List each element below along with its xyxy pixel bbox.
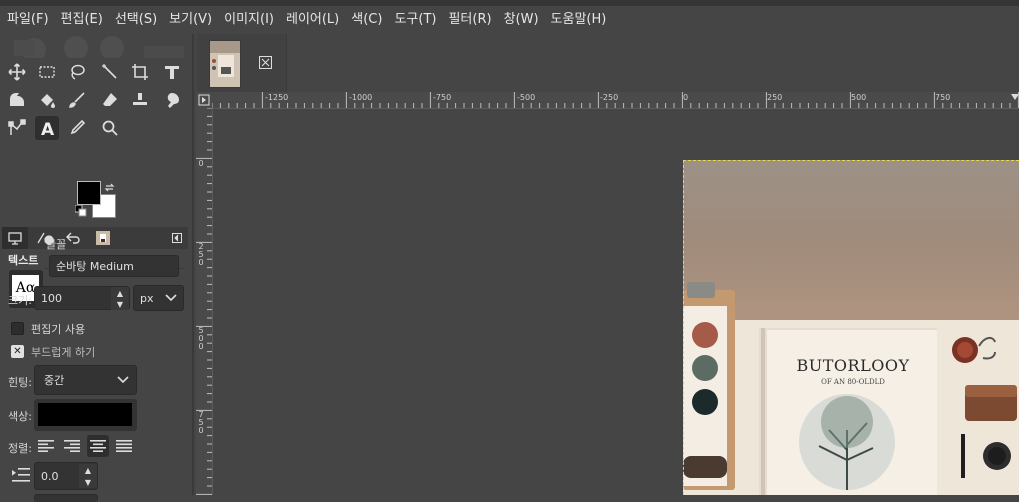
- hinting-select[interactable]: 중간: [34, 365, 137, 395]
- menu-file[interactable]: 파일(F): [0, 6, 54, 34]
- ruler-h-label: -1250: [265, 93, 289, 102]
- lasso-tool-icon[interactable]: [65, 60, 89, 84]
- justify-label: 정렬:: [8, 442, 32, 455]
- canvas-area[interactable]: BUTORLOOY OF AN 80-OLDLD: [213, 109, 1019, 495]
- transform-tool-icon[interactable]: [160, 60, 184, 84]
- ruler-v-label: 0: [198, 159, 204, 168]
- menu-layer[interactable]: 레이어(L): [279, 6, 344, 34]
- ruler-h-label: 0: [683, 93, 689, 102]
- menu-edit[interactable]: 편집(E): [54, 6, 108, 34]
- menu-filters[interactable]: 필터(R): [441, 6, 496, 34]
- ruler-pointer-marker: [1011, 94, 1019, 100]
- paintbrush-tool-icon[interactable]: [65, 88, 89, 112]
- indent-decrement-icon[interactable]: ▼: [79, 476, 97, 488]
- ruler-h-label: -500: [517, 93, 536, 102]
- ruler-h-label: 750: [935, 93, 951, 102]
- size-unit-select[interactable]: px: [133, 285, 184, 311]
- layer-boundary: [683, 160, 1019, 495]
- eraser-tool-icon[interactable]: [98, 88, 122, 112]
- color-label: 색상:: [8, 410, 32, 423]
- crop-tool-icon[interactable]: [128, 60, 152, 84]
- image-canvas[interactable]: BUTORLOOY OF AN 80-OLDLD: [683, 160, 1019, 495]
- size-decrement-icon[interactable]: ▼: [111, 298, 129, 310]
- text-color-swatch: [38, 403, 132, 426]
- close-image-icon[interactable]: [258, 55, 273, 72]
- size-label: 크기:: [8, 294, 32, 307]
- use-editor-label: 편집기 사용: [31, 323, 86, 336]
- justify-fill-icon[interactable]: [113, 435, 135, 457]
- menu-tools[interactable]: 도구(T): [387, 6, 441, 34]
- fuzzy-select-tool-icon[interactable]: [98, 60, 122, 84]
- indent-icon: [12, 468, 30, 485]
- menu-view[interactable]: 보기(V): [162, 6, 217, 34]
- antialias-label: 부드럽게 하기: [31, 346, 96, 359]
- default-colors-icon[interactable]: [74, 204, 87, 220]
- menu-windows[interactable]: 창(W): [497, 6, 544, 34]
- color-picker-tool-icon[interactable]: [65, 116, 89, 140]
- menu-help[interactable]: 도움말(H): [544, 6, 612, 34]
- ruler-h-label: -750: [433, 93, 452, 102]
- text-tool-icon[interactable]: A: [35, 116, 59, 140]
- move-tool-icon[interactable]: [5, 60, 29, 84]
- rect-select-tool-icon[interactable]: [35, 60, 59, 84]
- font-input[interactable]: 순바탕 Medium: [49, 255, 179, 277]
- smudge-tool-icon[interactable]: [160, 88, 184, 112]
- toolbox-drop-area: [4, 36, 188, 58]
- dock-menu-icon[interactable]: [166, 227, 188, 249]
- menu-bar: 파일(F) 편집(E) 선택(S) 보기(V) 이미지(I) 레이어(L) 색(…: [0, 6, 1019, 34]
- size-unit-value: px: [140, 291, 154, 305]
- ruler-h-label: 250: [767, 93, 783, 102]
- swap-colors-icon[interactable]: [104, 182, 115, 196]
- vertical-ruler[interactable]: 0 250 500 750: [196, 108, 213, 495]
- menu-select[interactable]: 선택(S): [108, 6, 162, 34]
- indent-increment-icon[interactable]: ▲: [79, 464, 97, 476]
- ruler-v-label: 250: [198, 242, 204, 267]
- paths-tool-icon[interactable]: [5, 116, 29, 140]
- justify-right-icon[interactable]: [61, 435, 83, 457]
- menu-image[interactable]: 이미지(I): [217, 6, 279, 34]
- horizontal-ruler[interactable]: -1250 -1000 -750 -500 -250 0 250 500 750: [212, 92, 1019, 109]
- clone-tool-icon[interactable]: [128, 88, 152, 112]
- svg-text:A: A: [41, 120, 55, 137]
- ruler-h-label: -250: [600, 93, 619, 102]
- ruler-h-label: -1000: [349, 93, 373, 102]
- hinting-label: 힌팅:: [8, 376, 32, 389]
- size-value: 100: [41, 291, 62, 305]
- ruler-corner-button[interactable]: [196, 92, 212, 108]
- hinting-value: 중간: [44, 374, 65, 387]
- image-thumbnail[interactable]: [209, 40, 241, 88]
- ruler-v-label: 750: [198, 410, 204, 435]
- chevron-down-icon: [165, 294, 177, 302]
- image-tabs-bar: [194, 34, 1019, 92]
- text-color-button[interactable]: [34, 399, 137, 431]
- antialias-checkbox[interactable]: ✕: [11, 345, 24, 358]
- toolbox-panel: A 텍스트 Aα 글꼴 순바탕 Medium 크기: 100 ▲ ▼ px 편집…: [0, 34, 192, 502]
- chevron-down-icon: [117, 376, 129, 384]
- justify-center-icon[interactable]: [87, 435, 109, 457]
- foreground-color-swatch[interactable]: [77, 181, 101, 205]
- line-spacing-input[interactable]: [34, 494, 98, 502]
- indent-value: 0.0: [41, 469, 59, 483]
- menu-colors[interactable]: 색(C): [344, 6, 387, 34]
- ruler-v-label: 500: [198, 326, 204, 351]
- ruler-h-label: 500: [851, 93, 867, 102]
- tab-images[interactable]: [90, 227, 116, 249]
- dock-tabs: [2, 227, 188, 249]
- image-tab[interactable]: [197, 34, 287, 92]
- bucket-fill-tool-icon[interactable]: [35, 88, 59, 112]
- use-editor-checkbox[interactable]: [11, 322, 24, 335]
- font-label: 글꼴: [46, 238, 67, 251]
- panel-divider[interactable]: [192, 34, 194, 495]
- tool-options-title: 텍스트: [8, 254, 39, 267]
- warp-tool-icon[interactable]: [5, 88, 29, 112]
- justify-left-icon[interactable]: [35, 435, 57, 457]
- zoom-tool-icon[interactable]: [98, 116, 122, 140]
- tab-tool-options[interactable]: [2, 227, 28, 249]
